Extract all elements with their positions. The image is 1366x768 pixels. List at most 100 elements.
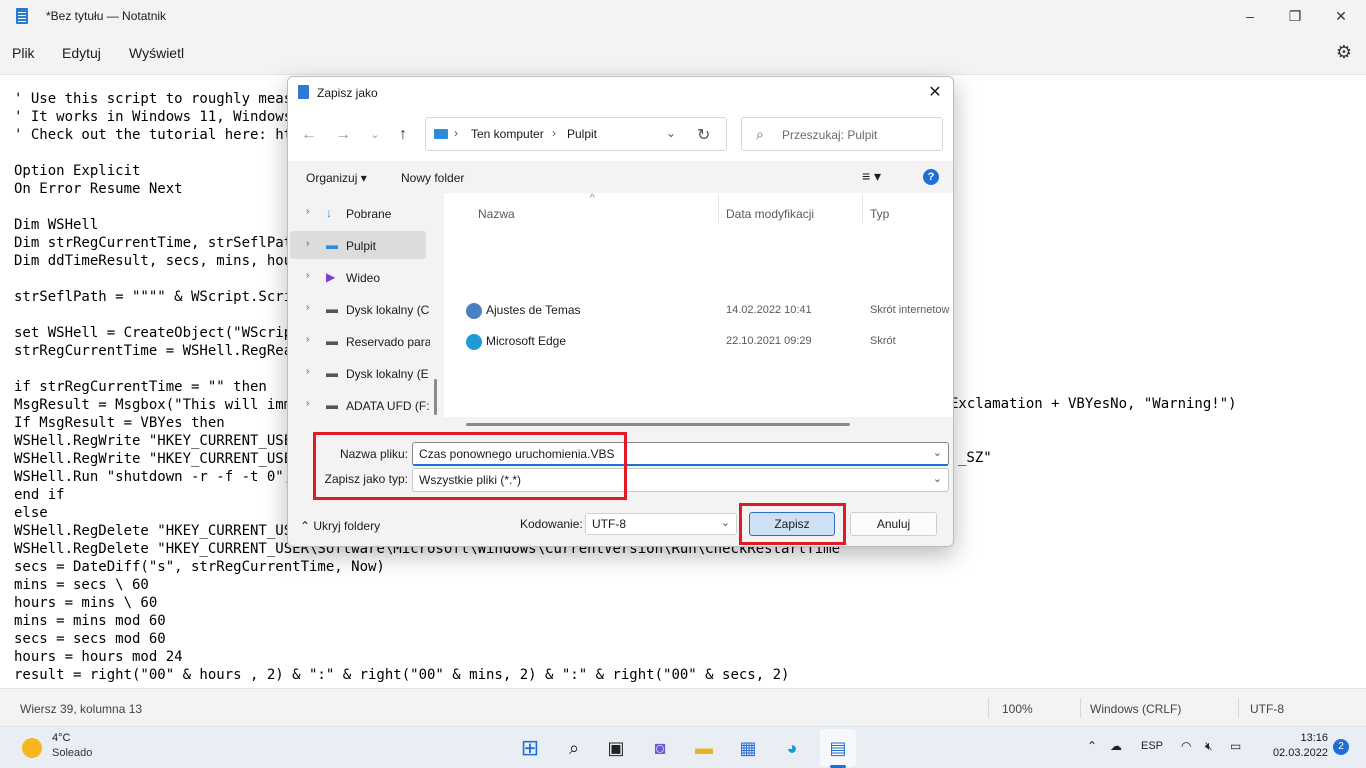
wifi-icon[interactable]: ◠ xyxy=(1181,739,1191,753)
recent-chevron-down-icon[interactable]: ⌄ xyxy=(363,123,387,147)
new-folder-button[interactable]: Nowy folder xyxy=(401,171,464,185)
up-arrow-icon[interactable]: ↑ xyxy=(391,123,415,147)
weather-temperature[interactable]: 4°C xyxy=(52,732,70,744)
file-type: Skrót internetow xyxy=(870,304,950,316)
back-arrow-icon[interactable]: ← xyxy=(297,123,321,147)
tree-item[interactable]: › ▬ Pulpit xyxy=(290,231,426,259)
chat-icon[interactable]: ◙ xyxy=(646,734,674,762)
filename-dropdown-icon[interactable]: ⌄ xyxy=(933,446,942,459)
expand-chevron-icon[interactable]: › xyxy=(306,302,309,313)
dialog-title-bar: Zapisz jako ✕ xyxy=(288,77,953,109)
tree-item[interactable]: › ▶ Wideo xyxy=(290,263,426,291)
tree-item[interactable]: › ▬ Dysk lokalny (E xyxy=(290,359,429,387)
tree-item[interactable]: › ↓ Pobrane xyxy=(290,199,426,227)
file-row[interactable]: Microsoft Edge 22.10.2021 09:29 Skrót xyxy=(444,326,953,356)
file-encoding: UTF-8 xyxy=(1250,702,1284,716)
breadcrumb-desktop[interactable]: Pulpit xyxy=(567,127,597,141)
file-name: Ajustes de Temas xyxy=(486,303,581,317)
search-icon[interactable]: ⌕ xyxy=(560,734,588,762)
breadcrumb-chevron-icon: › xyxy=(454,126,458,140)
file-explorer-icon[interactable]: ▬ xyxy=(690,734,718,762)
breadcrumb-this-pc[interactable]: Ten komputer xyxy=(471,127,544,141)
column-header-type[interactable]: Typ xyxy=(870,207,889,221)
address-bar[interactable]: › Ten komputer › Pulpit ⌄ xyxy=(425,117,727,151)
tree-item-label: Dysk lokalny (E xyxy=(346,367,429,381)
notepad-app-icon xyxy=(298,85,309,99)
expand-chevron-icon[interactable]: › xyxy=(306,270,309,281)
refresh-icon[interactable]: ↻ xyxy=(697,125,710,145)
file-row[interactable]: Ajustes de Temas 14.02.2022 10:41 Skrót in… xyxy=(444,295,953,325)
expand-chevron-icon[interactable]: › xyxy=(306,398,309,409)
filetype-dropdown-icon[interactable]: ⌄ xyxy=(933,472,942,485)
microsoft-store-icon[interactable]: ▦ xyxy=(734,734,762,762)
edge-browser-icon[interactable]: ◕ xyxy=(778,734,806,762)
speaker-muted-icon[interactable]: 🔇︎ xyxy=(1205,739,1213,754)
close-window-button[interactable]: ✕ xyxy=(1318,0,1364,32)
settings-gear-icon[interactable]: ⚙ xyxy=(1334,42,1354,62)
notification-badge[interactable]: 2 xyxy=(1333,739,1349,755)
column-divider[interactable] xyxy=(718,195,719,223)
sort-ascending-icon: ^ xyxy=(590,193,595,204)
tree-scrollbar[interactable] xyxy=(434,379,437,415)
column-divider[interactable] xyxy=(862,195,863,223)
search-box[interactable]: ⌕ Przeszukaj: Pulpit xyxy=(741,117,943,151)
encoding-dropdown-icon: ⌄ xyxy=(720,517,730,529)
code-line: mins = mins mod 60 xyxy=(14,613,166,629)
menu-file[interactable]: Plik xyxy=(12,45,35,61)
code-line: WSHell.Run "shutdown -r -f -t 0", xyxy=(14,469,293,485)
tree-item[interactable]: › ▬ Dysk lokalny (C xyxy=(290,295,429,323)
battery-icon[interactable]: ▭ xyxy=(1230,739,1241,753)
file-type: Skrót xyxy=(870,335,896,347)
column-header-name[interactable]: Nazwa xyxy=(478,207,515,221)
column-header-modified[interactable]: Data modyfikacji xyxy=(726,207,814,221)
computer-icon xyxy=(434,129,448,139)
expand-chevron-icon[interactable]: › xyxy=(306,238,309,249)
cursor-position: Wiersz 39, kolumna 13 xyxy=(20,702,143,716)
menu-edit[interactable]: Edytuj xyxy=(62,45,101,61)
expand-chevron-icon[interactable]: › xyxy=(306,206,309,217)
help-icon[interactable]: ? xyxy=(923,169,939,185)
tree-item[interactable]: › ▬ Reservado para xyxy=(290,327,430,355)
cloud-icon[interactable]: ☁ xyxy=(1110,739,1122,753)
breadcrumb-chevron-icon: › xyxy=(552,126,556,140)
dialog-title: Zapisz jako xyxy=(317,86,378,100)
code-line: if strRegCurrentTime = "" then xyxy=(14,379,267,395)
minimize-button[interactable]: – xyxy=(1227,0,1273,32)
tray-chevron-up-icon[interactable]: ⌃ xyxy=(1087,739,1097,753)
maximize-button[interactable]: ❐ xyxy=(1272,0,1318,32)
view-options-icon[interactable]: ≡ ▾ xyxy=(862,168,881,185)
code-line: mins = secs \ 60 xyxy=(14,577,149,593)
expand-chevron-icon[interactable]: › xyxy=(306,334,309,345)
code-line: On Error Resume Next xyxy=(14,181,183,197)
notepad-menu-bar: Plik Edytuj Wyświetl ⚙ xyxy=(0,32,1366,74)
language-indicator[interactable]: ESP xyxy=(1141,740,1163,752)
edge-icon xyxy=(466,334,482,350)
status-bar: Wiersz 39, kolumna 13 100% Windows (CRLF… xyxy=(0,688,1366,726)
encoding-select[interactable]: UTF-8 ⌄ xyxy=(585,513,737,535)
forward-arrow-icon[interactable]: → xyxy=(331,123,355,147)
dialog-close-button[interactable]: ✕ xyxy=(923,81,947,105)
cancel-button[interactable]: Anuluj xyxy=(850,512,937,536)
horizontal-scrollbar[interactable] xyxy=(466,423,850,426)
menu-view[interactable]: Wyświetl xyxy=(129,45,184,61)
weather-condition[interactable]: Soleado xyxy=(52,747,92,759)
expand-chevron-icon[interactable]: › xyxy=(306,366,309,377)
code-line: WSHell.RegWrite "HKEY_CURRENT_USER xyxy=(14,451,301,467)
drive-icon: ▬ xyxy=(326,366,338,380)
window-title: *Bez tytułu — Notatnik xyxy=(46,9,167,23)
navigation-bar: ← → ⌄ ↑ › Ten komputer › Pulpit ⌄ ↻ ⌕ Pr… xyxy=(288,109,953,161)
task-view-icon[interactable]: ▣ xyxy=(602,734,630,762)
highlight-filename-box xyxy=(313,432,627,500)
address-dropdown-icon[interactable]: ⌄ xyxy=(666,126,676,140)
save-as-dialog: Zapisz jako ✕ ← → ⌄ ↑ › Ten komputer › P… xyxy=(287,76,954,547)
sun-weather-icon[interactable] xyxy=(22,738,42,758)
code-line: Option Explicit xyxy=(14,163,141,179)
hide-folders-button[interactable]: ⌃ Ukryj foldery xyxy=(300,519,380,533)
system-clock[interactable]: 13:16 02.03.2022 xyxy=(1266,732,1328,759)
tree-item-label: Reservado para xyxy=(346,335,430,349)
code-line: strSeflPath = """" & WScript.Scrip xyxy=(14,289,301,305)
organize-button[interactable]: Organizuj ▾ xyxy=(306,171,367,185)
start-windows-icon[interactable]: ⊞ xyxy=(516,734,544,762)
notepad-taskbar-icon[interactable]: ▤ xyxy=(824,734,852,762)
tree-item[interactable]: › ▬ ADATA UFD (F:) xyxy=(290,391,430,419)
